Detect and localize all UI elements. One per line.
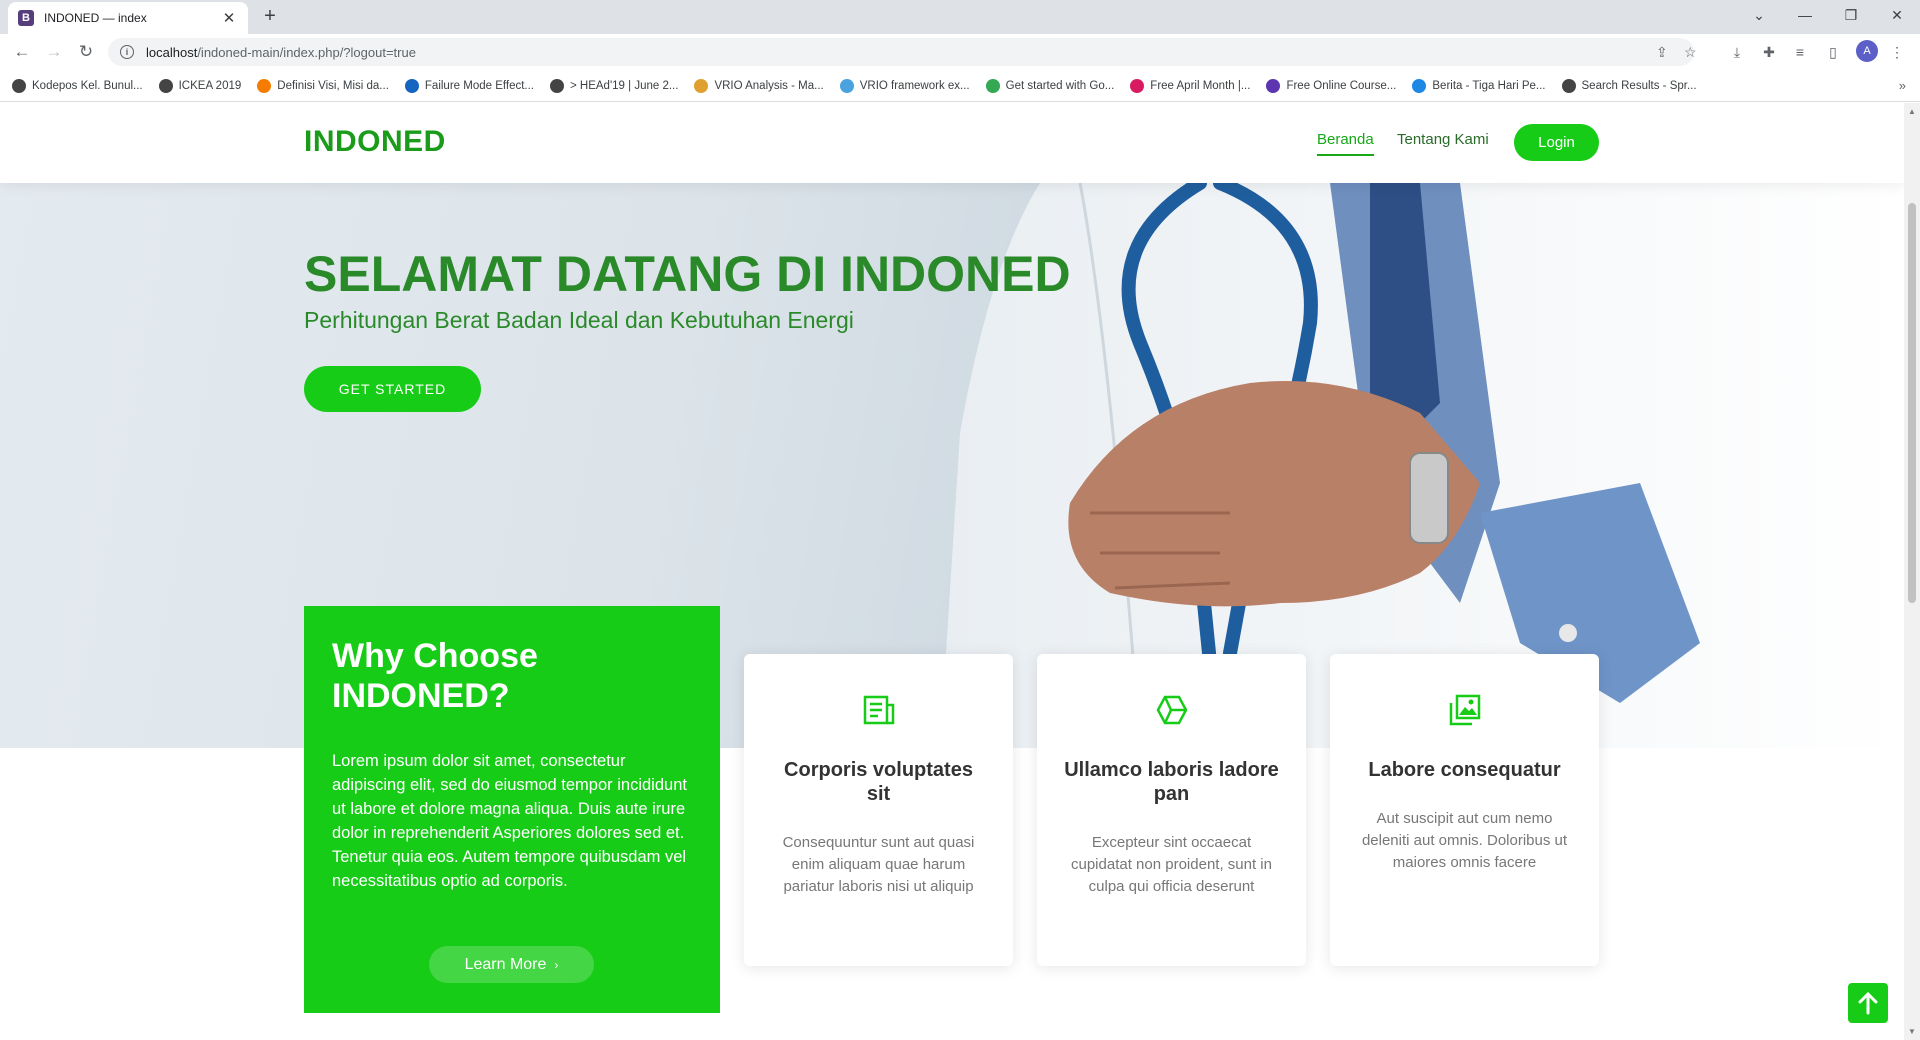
tab-title: INDONED — index (44, 11, 147, 25)
bookmark-label: VRIO framework ex... (859, 79, 970, 92)
bookmark-favicon-icon (839, 78, 854, 93)
scroll-up-arrow-icon[interactable]: ▲ (1908, 107, 1916, 116)
bookmark-label: ICKEA 2019 (178, 79, 242, 92)
hero-subtitle: Perhitungan Berat Badan Ideal dan Kebutu… (304, 307, 854, 333)
scroll-down-arrow-icon[interactable]: ▼ (1908, 1027, 1916, 1036)
feature-card: Labore consequatur Aut suscipit aut cum … (1330, 654, 1599, 966)
bookmark-item[interactable]: Get started with Go... (985, 78, 1115, 93)
arrow-up-icon (1858, 991, 1878, 1015)
bookmark-favicon-icon (694, 78, 709, 93)
new-tab-icon[interactable]: + (258, 4, 282, 28)
url-path: /indoned-main/index.php/?logout=true (197, 44, 416, 60)
bookmark-item[interactable]: VRIO Analysis - Ma... (694, 78, 824, 93)
bookmark-favicon-icon (985, 78, 1000, 93)
bookmark-label: Berita - Tiga Hari Pe... (1432, 79, 1546, 92)
bookmark-favicon-icon (550, 78, 564, 93)
address-bar[interactable]: i localhost/indoned-main/index.php/?logo… (108, 38, 1697, 66)
feature-card: Corporis voluptates sit Consequuntur sun… (744, 654, 1013, 966)
bookmark-favicon-icon (1412, 78, 1427, 93)
bookmark-label: Definisi Visi, Misi da... (277, 79, 389, 92)
minimize-icon[interactable]: — (1782, 0, 1828, 30)
bookmark-item[interactable]: VRIO framework ex... (839, 78, 970, 93)
site-header: INDONED Beranda Tentang Kami Login (0, 103, 1904, 183)
bookmark-label: > HEAd'19 | June 2... (570, 79, 679, 92)
bookmark-label: Kodepos Kel. Bunul... (32, 79, 143, 92)
extensions-icon[interactable]: ✚ (1759, 42, 1779, 62)
bookmarks-bar: Kodepos Kel. Bunul... ICKEA 2019 Definisi … (0, 70, 1920, 102)
get-started-button[interactable]: GET STARTED (304, 366, 481, 412)
download-icon[interactable]: ⤓ (1727, 42, 1747, 62)
bookmark-label: Free Online Course... (1286, 79, 1397, 92)
chevron-right-icon: › (554, 957, 559, 972)
bookmark-item[interactable]: ICKEA 2019 (158, 78, 242, 93)
card-text: Aut suscipit aut cum nemo deleniti aut o… (1361, 810, 1568, 871)
bookmark-item[interactable]: Search Results - Spr... (1561, 78, 1697, 93)
bookmark-item[interactable]: Berita - Tiga Hari Pe... (1412, 78, 1546, 93)
bookmark-item[interactable]: Free April Month |... (1130, 78, 1251, 93)
bookmark-favicon-icon (12, 78, 26, 93)
share-icon[interactable]: ⇪ (1656, 44, 1668, 61)
bookmark-item[interactable]: Definisi Visi, Misi da... (257, 78, 389, 93)
url-host: localhost (146, 44, 198, 60)
reload-icon[interactable]: ↻ (72, 38, 100, 66)
bookmark-label: Free April Month |... (1150, 79, 1251, 92)
learn-more-label: Learn More (464, 955, 547, 973)
learn-more-button[interactable]: Learn More › (429, 946, 594, 983)
bookmark-label: Get started with Go... (1005, 79, 1115, 92)
why-choose-box: Why Choose INDONED? Lorem ipsum dolor si… (304, 606, 720, 1013)
side-panel-icon[interactable]: ▯ (1823, 42, 1843, 62)
page-scrollbar[interactable]: ▲ ▼ (1904, 103, 1920, 1040)
bookmark-label: VRIO Analysis - Ma... (714, 79, 824, 92)
why-title: Why Choose INDONED? (332, 637, 538, 715)
bookmark-item[interactable]: Free Online Course... (1266, 78, 1397, 93)
site-logo[interactable]: INDONED (304, 125, 446, 159)
card-title: Ullamco laboris ladore pan (1064, 759, 1279, 805)
tab-search-chevron-icon[interactable]: ⌄ (1736, 0, 1782, 30)
hero-title: SELAMAT DATANG DI INDONED (304, 246, 1071, 302)
bookmark-label: Failure Mode Effect... (424, 79, 534, 92)
url-text: localhost/indoned-main/index.php/?logout… (146, 45, 416, 60)
card-text: Excepteur sint occaecat cupidatat non pr… (1071, 834, 1272, 895)
bookmark-star-icon[interactable]: ☆ (1684, 44, 1697, 61)
more-bookmarks-icon[interactable]: » (1899, 78, 1906, 93)
site-info-icon[interactable]: i (120, 45, 134, 59)
forward-icon[interactable]: → (40, 38, 68, 66)
browser-tab-strip: B INDONED — index ✕ + ⌄ — ❐ ✕ (0, 0, 1920, 34)
profile-avatar[interactable]: A (1856, 40, 1878, 62)
page-viewport: INDONED Beranda Tentang Kami Login SELAM… (0, 103, 1904, 1040)
images-icon (1447, 692, 1483, 728)
document-icon (861, 692, 897, 728)
bookmark-item[interactable]: Failure Mode Effect... (404, 78, 534, 93)
bookmark-favicon-icon (158, 78, 173, 93)
reading-list-icon[interactable]: ≡ (1790, 42, 1810, 62)
card-title: Labore consequatur (1368, 759, 1561, 781)
card-text: Consequuntur sunt aut quasi enim aliquam… (782, 834, 975, 895)
restore-icon[interactable]: ❐ (1828, 0, 1874, 30)
nav-tentang-kami[interactable]: Tentang Kami (1397, 131, 1489, 148)
bookmark-favicon-icon (1561, 78, 1576, 93)
bookmark-favicon-icon (257, 78, 272, 93)
bookmark-item[interactable]: > HEAd'19 | June 2... (550, 78, 679, 93)
nav-beranda[interactable]: Beranda (1317, 131, 1374, 156)
browser-tab[interactable]: B INDONED — index ✕ (8, 2, 248, 34)
close-window-icon[interactable]: ✕ (1874, 0, 1920, 30)
back-to-top-button[interactable] (1848, 983, 1888, 1023)
cube-icon (1154, 692, 1190, 728)
bookmark-favicon-icon (1266, 78, 1281, 93)
browser-toolbar: ← → ↻ i localhost/indoned-main/index.php… (0, 34, 1920, 70)
bootstrap-favicon-icon: B (18, 10, 34, 26)
close-tab-icon[interactable]: ✕ (220, 9, 238, 27)
why-text: Lorem ipsum dolor sit amet, consectetur … (332, 752, 687, 890)
back-icon[interactable]: ← (8, 38, 36, 66)
scrollbar-thumb[interactable] (1908, 203, 1916, 603)
login-button[interactable]: Login (1514, 124, 1599, 161)
feature-card: Ullamco laboris ladore pan Excepteur sin… (1037, 654, 1306, 966)
menu-kebab-icon[interactable]: ⋮ (1887, 42, 1907, 62)
bookmark-favicon-icon (404, 78, 419, 93)
bookmark-item[interactable]: Kodepos Kel. Bunul... (12, 78, 143, 93)
card-title: Corporis voluptates sit (784, 759, 973, 805)
bookmark-label: Search Results - Spr... (1581, 79, 1697, 92)
bookmark-favicon-icon (1130, 78, 1145, 93)
